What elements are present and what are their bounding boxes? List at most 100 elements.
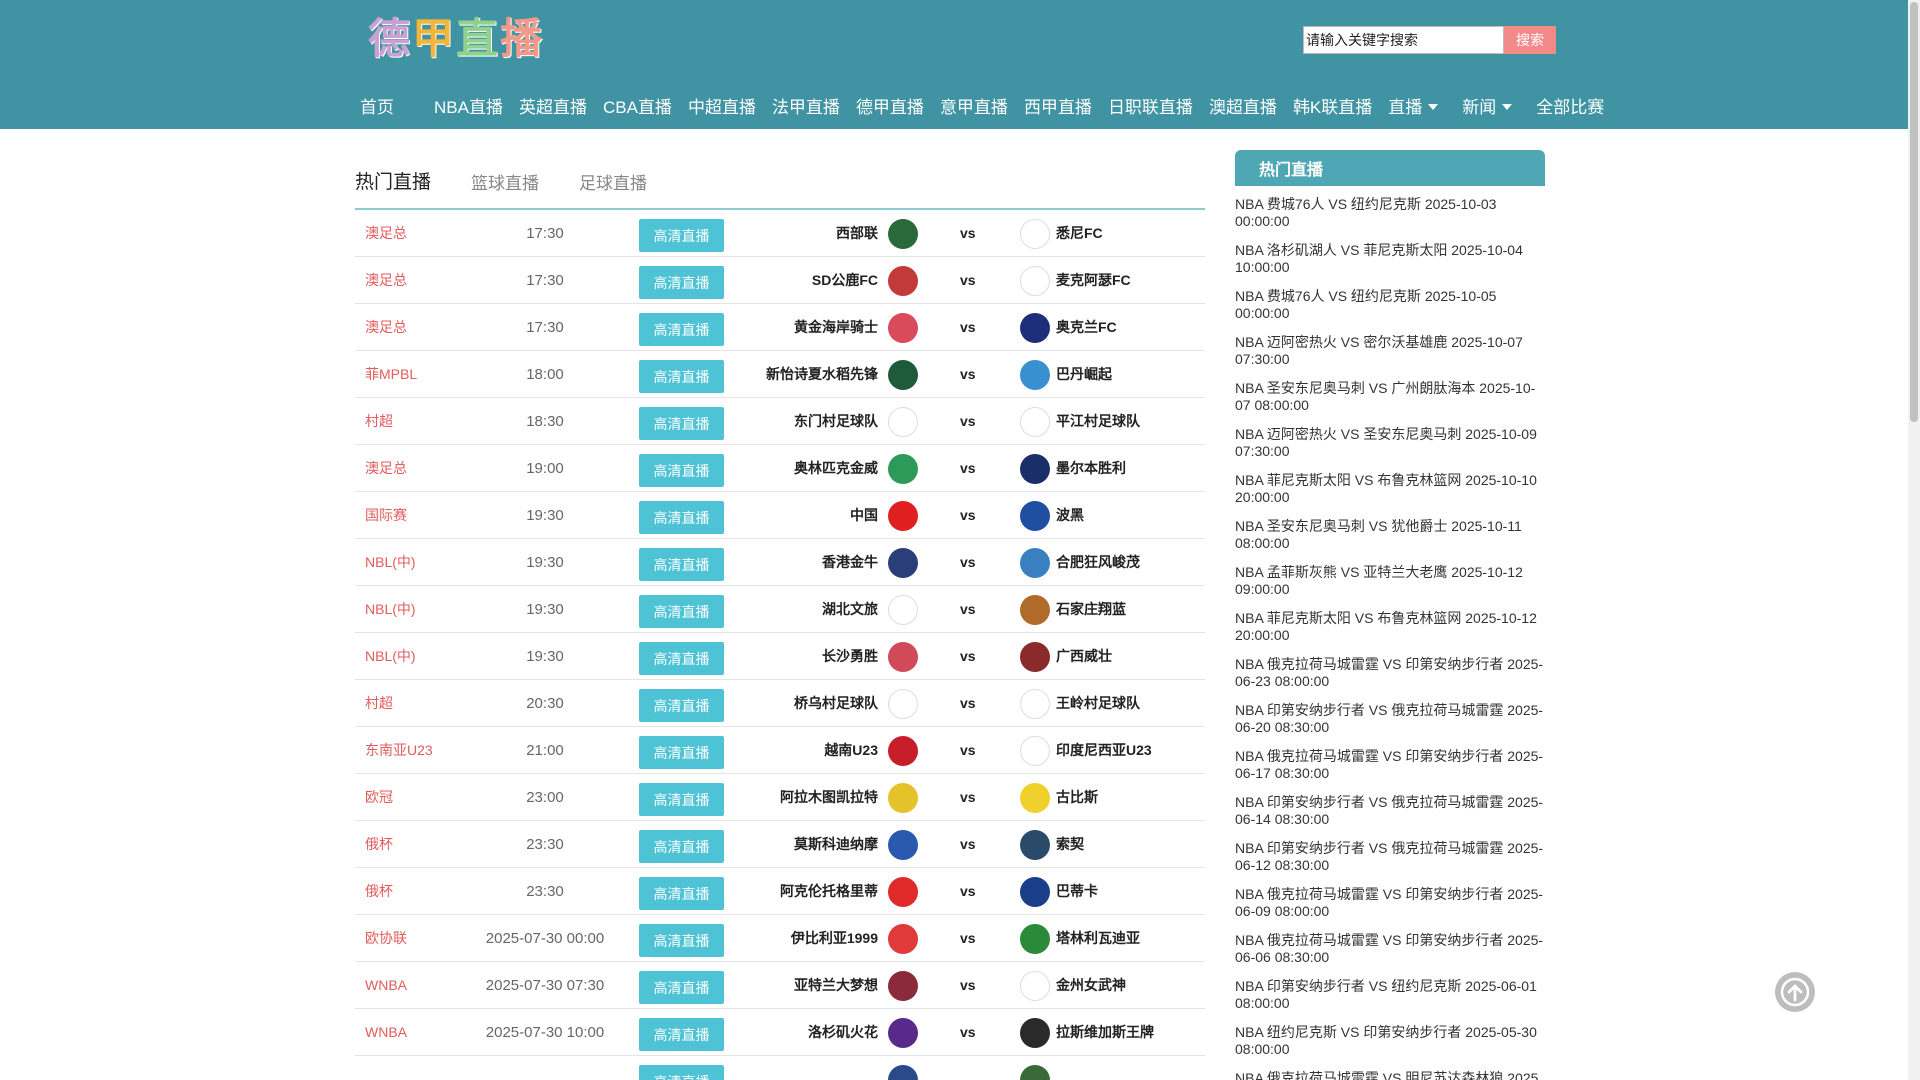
home-team-name[interactable]: 长沙勇胜 — [822, 633, 878, 680]
home-team-name[interactable]: 黄金海岸骑士 — [794, 304, 878, 351]
home-team-name[interactable]: 莫斯科迪纳摩 — [794, 821, 878, 868]
home-team-name[interactable]: 伊比利亚1999 — [791, 915, 878, 962]
sidebar-match-link[interactable]: NBA 洛杉矶湖人 VS 菲尼克斯太阳 2025-10-04 10:00:00 — [1235, 242, 1545, 288]
nav-item[interactable]: 日职联直播 — [1108, 93, 1193, 118]
home-team-name[interactable]: 阿克伦托格里蒂 — [780, 868, 878, 915]
nav-item[interactable]: 全部比赛 — [1536, 93, 1604, 118]
tab-hot[interactable]: 热门直播 — [355, 167, 431, 208]
hd-live-button[interactable]: 高清直播 — [639, 830, 724, 863]
league-name[interactable]: 澳足总 — [365, 210, 407, 257]
sidebar-match-link[interactable]: NBA 圣安东尼奥马刺 VS 犹他爵士 2025-10-11 08:00:00 — [1235, 518, 1545, 564]
hd-live-button[interactable]: 高清直播 — [639, 642, 724, 675]
hd-live-button[interactable]: 高清直播 — [639, 407, 724, 440]
league-name[interactable]: NBL(中) — [365, 586, 416, 633]
home-team-name[interactable]: 桥乌村足球队 — [794, 680, 878, 727]
search-input[interactable] — [1303, 26, 1504, 54]
hd-live-button[interactable]: 高清直播 — [639, 736, 724, 769]
away-team-name[interactable]: 王岭村足球队 — [1056, 680, 1140, 727]
hd-live-button[interactable]: 高清直播 — [639, 548, 724, 581]
nav-item[interactable]: 澳超直播 — [1209, 93, 1277, 118]
league-name[interactable]: 俄杯 — [365, 868, 393, 915]
nav-item[interactable]: 韩K联直播 — [1293, 93, 1372, 118]
site-logo[interactable]: 德甲直播 — [368, 14, 544, 64]
away-team-name[interactable]: 合肥狂风峻茂 — [1056, 539, 1140, 586]
nav-item[interactable]: 中超直播 — [688, 93, 756, 118]
home-team-name[interactable]: 阿拉木图凯拉特 — [780, 774, 878, 821]
home-team-name[interactable]: 东门村足球队 — [794, 398, 878, 445]
away-team-name[interactable]: 广西威壮 — [1056, 633, 1112, 680]
league-name[interactable]: 欧协联 — [365, 915, 407, 962]
sidebar-match-link[interactable]: NBA 圣安东尼奥马刺 VS 广州朗肽海本 2025-10-07 08:00:0… — [1235, 380, 1545, 426]
sidebar-match-link[interactable]: NBA 菲尼克斯太阳 VS 布鲁克林篮网 2025-10-12 20:00:00 — [1235, 610, 1545, 656]
away-team-name[interactable]: 金州女武神 — [1056, 962, 1126, 1009]
sidebar-match-link[interactable]: NBA 孟菲斯灰熊 VS 亚特兰大老鹰 2025-10-12 09:00:00 — [1235, 564, 1545, 610]
away-team-name[interactable]: 古比斯 — [1056, 774, 1098, 821]
home-team-name[interactable]: 越南U23 — [824, 727, 878, 774]
sidebar-match-link[interactable]: NBA 俄克拉荷马城雷霆 VS 印第安纳步行者 2025-06-17 08:30… — [1235, 748, 1545, 794]
back-to-top-button[interactable] — [1775, 972, 1815, 1012]
away-team-name[interactable]: 石家庄翔蓝 — [1056, 586, 1126, 633]
home-team-name[interactable]: 西部联 — [836, 210, 878, 257]
nav-item[interactable]: 直播 — [1388, 93, 1439, 118]
scrollbar-thumb[interactable] — [1910, 2, 1918, 422]
page-scrollbar[interactable] — [1908, 0, 1920, 1080]
nav-item[interactable]: CBA直播 — [603, 93, 672, 118]
sidebar-match-link[interactable]: NBA 印第安纳步行者 VS 俄克拉荷马城雷霆 2025-06-14 08:30… — [1235, 794, 1545, 840]
league-name[interactable]: WNBA — [365, 1009, 407, 1056]
hd-live-button[interactable]: 高清直播 — [639, 1065, 724, 1080]
home-team-name[interactable]: 中国 — [850, 492, 878, 539]
hd-live-button[interactable]: 高清直播 — [639, 783, 724, 816]
home-team-name[interactable]: 洛杉矶火花 — [808, 1009, 878, 1056]
away-team-name[interactable]: 波黑 — [1056, 492, 1084, 539]
league-name[interactable]: 菲MPBL — [365, 351, 417, 398]
nav-item[interactable]: NBA直播 — [434, 93, 503, 118]
nav-item[interactable]: 新闻 — [1462, 93, 1513, 118]
sidebar-match-link[interactable]: NBA 俄克拉荷马城雷霆 VS 明尼苏达森林狼 2025 — [1235, 1070, 1545, 1080]
sidebar-match-link[interactable]: NBA 俄克拉荷马城雷霆 VS 印第安纳步行者 2025-06-06 08:30… — [1235, 932, 1545, 978]
search-button[interactable]: 搜索 — [1504, 26, 1556, 54]
home-team-name[interactable]: 湖北文旅 — [822, 586, 878, 633]
sidebar-match-link[interactable]: NBA 印第安纳步行者 VS 俄克拉荷马城雷霆 2025-06-20 08:30… — [1235, 702, 1545, 748]
sidebar-match-link[interactable]: NBA 迈阿密热火 VS 密尔沃基雄鹿 2025-10-07 07:30:00 — [1235, 334, 1545, 380]
away-team-name[interactable]: 墨尔本胜利 — [1056, 445, 1126, 492]
sidebar-match-link[interactable]: NBA 俄克拉荷马城雷霆 VS 印第安纳步行者 2025-06-23 08:00… — [1235, 656, 1545, 702]
nav-item[interactable]: 意甲直播 — [940, 93, 1008, 118]
tab-football[interactable]: 足球直播 — [579, 169, 647, 208]
league-name[interactable]: 国际赛 — [365, 492, 407, 539]
sidebar-match-link[interactable]: NBA 费城76人 VS 纽约尼克斯 2025-10-03 00:00:00 — [1235, 196, 1545, 242]
league-name[interactable]: NBL(中) — [365, 539, 416, 586]
hd-live-button[interactable]: 高清直播 — [639, 313, 724, 346]
league-name[interactable]: WNBA — [365, 962, 407, 1009]
league-name[interactable]: 澳足总 — [365, 304, 407, 351]
league-name[interactable]: 东南亚U23 — [365, 727, 433, 774]
away-team-name[interactable]: 悉尼FC — [1056, 210, 1103, 257]
nav-item[interactable]: 德甲直播 — [856, 93, 924, 118]
hd-live-button[interactable]: 高清直播 — [639, 877, 724, 910]
hd-live-button[interactable]: 高清直播 — [639, 501, 724, 534]
away-team-name[interactable]: 印度尼西亚U23 — [1056, 727, 1152, 774]
away-team-name[interactable]: 索契 — [1056, 821, 1084, 868]
league-name[interactable]: NBL(中) — [365, 633, 416, 680]
away-team-name[interactable]: 奥克兰FC — [1056, 304, 1117, 351]
nav-item[interactable]: 首页 — [360, 93, 394, 118]
home-team-name[interactable]: 亚特兰大梦想 — [794, 962, 878, 1009]
away-team-name[interactable]: 塔林利瓦迪亚 — [1056, 915, 1140, 962]
nav-item[interactable]: 法甲直播 — [772, 93, 840, 118]
sidebar-match-link[interactable]: NBA 印第安纳步行者 VS 纽约尼克斯 2025-06-01 08:00:00 — [1235, 978, 1545, 1024]
hd-live-button[interactable]: 高清直播 — [639, 924, 724, 957]
hd-live-button[interactable]: 高清直播 — [639, 1018, 724, 1051]
nav-item[interactable]: 西甲直播 — [1024, 93, 1092, 118]
home-team-name[interactable]: 奥林匹克金威 — [794, 445, 878, 492]
away-team-name[interactable]: 麦克阿瑟FC — [1056, 257, 1131, 304]
away-team-name[interactable]: 巴丹崛起 — [1056, 351, 1112, 398]
nav-item[interactable]: 英超直播 — [519, 93, 587, 118]
away-team-name[interactable]: 拉斯维加斯王牌 — [1056, 1009, 1154, 1056]
hd-live-button[interactable]: 高清直播 — [639, 689, 724, 722]
league-name[interactable]: 欧冠 — [365, 774, 393, 821]
league-name[interactable]: 澳足总 — [365, 445, 407, 492]
sidebar-match-link[interactable]: NBA 费城76人 VS 纽约尼克斯 2025-10-05 00:00:00 — [1235, 288, 1545, 334]
league-name[interactable]: 村超 — [365, 398, 393, 445]
away-team-name[interactable]: 巴蒂卡 — [1056, 868, 1098, 915]
hd-live-button[interactable]: 高清直播 — [639, 266, 724, 299]
home-team-name[interactable]: SD公鹿FC — [812, 257, 878, 304]
